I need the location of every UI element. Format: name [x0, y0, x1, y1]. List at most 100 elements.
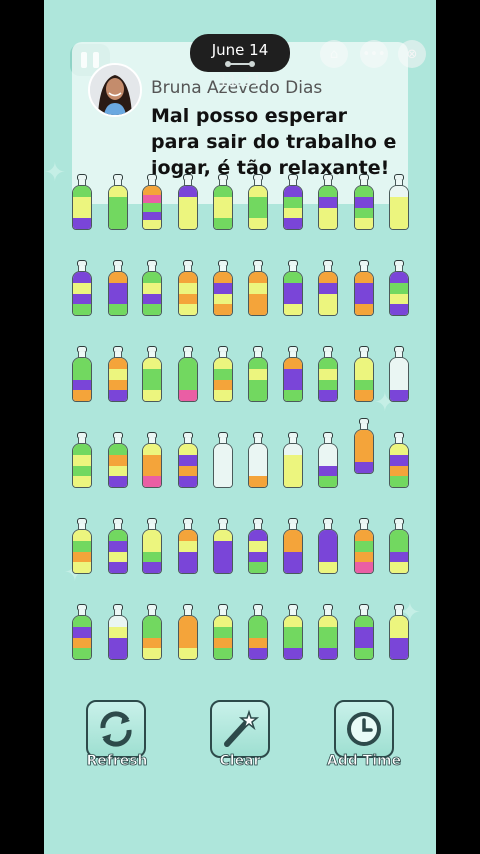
- bottle[interactable]: [72, 174, 92, 230]
- liquid-layer: [284, 616, 302, 627]
- bottle-body: [283, 185, 303, 230]
- bottle[interactable]: [213, 432, 233, 488]
- clear-button[interactable]: [210, 700, 270, 758]
- bottle[interactable]: [283, 260, 303, 316]
- liquid-layer: [355, 304, 373, 315]
- bottle[interactable]: [354, 260, 374, 316]
- bottle[interactable]: [354, 418, 374, 474]
- bottle[interactable]: [248, 174, 268, 230]
- liquid-layer: [390, 454, 408, 466]
- bottle[interactable]: [178, 346, 198, 402]
- bottle[interactable]: [108, 518, 128, 574]
- refresh-button[interactable]: [86, 700, 146, 758]
- liquid-layer: [319, 637, 337, 649]
- bottle[interactable]: [213, 260, 233, 316]
- liquid-layer: [284, 207, 302, 219]
- bottle[interactable]: [389, 432, 409, 488]
- bottle[interactable]: [213, 346, 233, 402]
- bottle[interactable]: [283, 346, 303, 402]
- bottle[interactable]: [389, 260, 409, 316]
- bottle[interactable]: [354, 518, 374, 574]
- liquid-layer: [109, 390, 127, 401]
- liquid-layer: [390, 637, 408, 649]
- bottle-body: [72, 271, 92, 316]
- bottle-body: [318, 271, 338, 316]
- bottle[interactable]: [389, 346, 409, 402]
- bottle[interactable]: [283, 604, 303, 660]
- bottle-body: [389, 185, 409, 230]
- bottle[interactable]: [142, 518, 162, 574]
- bottle[interactable]: [283, 174, 303, 230]
- bottle[interactable]: [72, 346, 92, 402]
- bottle-body: [354, 185, 374, 230]
- liquid-layer: [249, 293, 267, 305]
- liquid-layer: [179, 637, 197, 649]
- bottle[interactable]: [178, 260, 198, 316]
- liquid-layer: [179, 207, 197, 219]
- bottle[interactable]: [248, 432, 268, 488]
- bottle[interactable]: [72, 432, 92, 488]
- liquid-layer: [319, 282, 337, 294]
- liquid-layer: [390, 272, 408, 283]
- liquid-layer: [143, 211, 161, 221]
- bottle[interactable]: [283, 518, 303, 574]
- bottle[interactable]: [108, 260, 128, 316]
- bottle[interactable]: [108, 174, 128, 230]
- bottle[interactable]: [142, 174, 162, 230]
- liquid-layer: [143, 637, 161, 649]
- bottle[interactable]: [354, 604, 374, 660]
- bottle[interactable]: [178, 518, 198, 574]
- bottle-body: [354, 529, 374, 574]
- bottle[interactable]: [213, 604, 233, 660]
- bottle[interactable]: [213, 174, 233, 230]
- bottle[interactable]: [108, 604, 128, 660]
- bottle[interactable]: [248, 346, 268, 402]
- liquid-layer: [355, 207, 373, 219]
- liquid-layer: [249, 368, 267, 380]
- liquid-layer: [249, 626, 267, 638]
- bottle[interactable]: [318, 518, 338, 574]
- bottle[interactable]: [142, 260, 162, 316]
- liquid-layer: [319, 465, 337, 477]
- liquid-layer: [319, 616, 337, 627]
- bottle[interactable]: [108, 432, 128, 488]
- bottle-body: [248, 185, 268, 230]
- bottle-body: [142, 271, 162, 316]
- add-time-button[interactable]: [334, 700, 394, 758]
- liquid-layer: [179, 368, 197, 380]
- liquid-layer: [214, 444, 232, 455]
- bottle[interactable]: [72, 604, 92, 660]
- bottle[interactable]: [318, 432, 338, 488]
- bottle[interactable]: [248, 260, 268, 316]
- bottle[interactable]: [318, 174, 338, 230]
- bottle[interactable]: [142, 346, 162, 402]
- bottle[interactable]: [318, 260, 338, 316]
- bottle[interactable]: [178, 432, 198, 488]
- bottle[interactable]: [142, 604, 162, 660]
- bottle[interactable]: [283, 432, 303, 488]
- liquid-layer: [249, 196, 267, 208]
- bottle-body: [354, 429, 374, 474]
- liquid-layer: [73, 626, 91, 638]
- liquid-layer: [179, 196, 197, 208]
- bottle[interactable]: [318, 604, 338, 660]
- bottle-body: [142, 185, 162, 230]
- bottle[interactable]: [354, 174, 374, 230]
- liquid-layer: [109, 218, 127, 229]
- bottle[interactable]: [248, 604, 268, 660]
- bottle-body: [248, 357, 268, 402]
- bottle[interactable]: [72, 518, 92, 574]
- bottle[interactable]: [108, 346, 128, 402]
- bottle[interactable]: [248, 518, 268, 574]
- bottle[interactable]: [72, 260, 92, 316]
- bottle[interactable]: [389, 604, 409, 660]
- liquid-layer: [109, 186, 127, 197]
- bottle[interactable]: [178, 604, 198, 660]
- bottle[interactable]: [142, 432, 162, 488]
- bottle[interactable]: [318, 346, 338, 402]
- bottle[interactable]: [213, 518, 233, 574]
- bottle[interactable]: [389, 174, 409, 230]
- bottle[interactable]: [178, 174, 198, 230]
- bottle[interactable]: [389, 518, 409, 574]
- bottle[interactable]: [354, 346, 374, 402]
